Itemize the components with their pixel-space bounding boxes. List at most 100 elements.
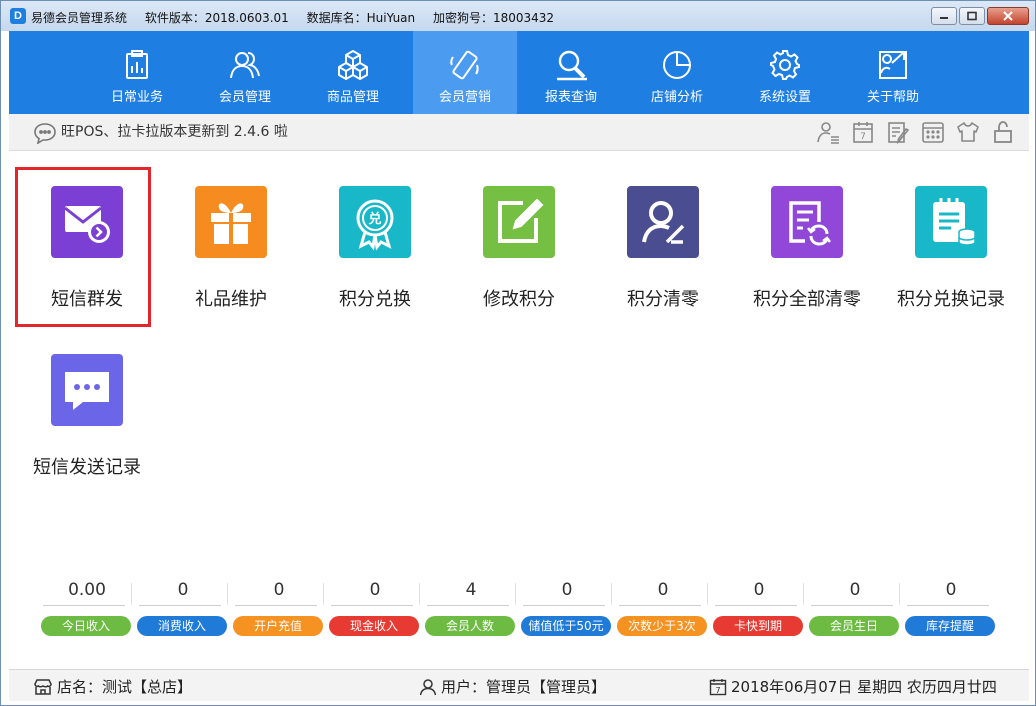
nav-member-management[interactable]: 会员管理 xyxy=(193,31,297,114)
tile-icon-bg xyxy=(915,186,987,258)
lock-icon xyxy=(994,121,1012,143)
stat-underline xyxy=(811,605,893,606)
nav-label: 系统设置 xyxy=(758,90,811,105)
tile-label: 积分全部清零 xyxy=(753,289,861,310)
gift-icon xyxy=(211,203,251,244)
gear-icon xyxy=(770,50,800,80)
nav-store-analysis[interactable]: 店铺分析 xyxy=(625,31,729,114)
nav-report-query[interactable]: 报表查询 xyxy=(519,31,623,114)
chat-bubble-icon xyxy=(65,372,109,410)
current-date: 2018年06月07日 星期四 农历四月廿四 xyxy=(731,678,997,696)
tile-points-clear-all[interactable]: 积分全部清零 xyxy=(735,151,879,310)
nav-label: 日常业务 xyxy=(110,90,163,105)
svg-text:兑: 兑 xyxy=(368,211,381,227)
notepad-edit-icon xyxy=(888,122,910,145)
nav-system-settings[interactable]: 系统设置 xyxy=(733,31,837,114)
tile-gift-maintenance[interactable]: 礼品维护 xyxy=(159,151,303,310)
status-bar: 店名：测试【总店】 用户：管理员【管理员】 7 2018年06月07日 星期四 … xyxy=(9,669,1029,701)
store-info: 店名：测试【总店】 xyxy=(33,676,192,697)
document-refresh-icon xyxy=(789,201,831,246)
notice-bar: 旺POS、拉卡拉版本更新到 2.4.6 啦 7 xyxy=(9,114,1029,151)
stat-separator xyxy=(323,583,324,605)
tile-sms-broadcast[interactable]: 短信群发 xyxy=(15,151,159,310)
nav-product-management[interactable]: 商品管理 xyxy=(301,31,405,114)
user-switch-button[interactable] xyxy=(816,120,840,144)
software-version: 软件版本：2018.0603.01 xyxy=(144,11,289,25)
shirt-icon xyxy=(957,122,979,142)
stat-separator xyxy=(611,583,612,605)
store-name: 店名：测试【总店】 xyxy=(57,678,193,696)
maximize-button[interactable] xyxy=(959,7,985,25)
exchange-badge-icon: 兑 xyxy=(356,199,394,251)
app-name: 易德会员管理系统 xyxy=(31,11,128,25)
store-icon xyxy=(34,678,52,695)
nav-label: 会员营销 xyxy=(438,90,491,105)
tile-label: 短信发送记录 xyxy=(33,457,141,478)
tile-points-exchange-records[interactable]: 积分兑换记录 xyxy=(879,151,1023,310)
stat-separator xyxy=(515,583,516,605)
sms-mail-icon xyxy=(64,206,110,243)
stat-value: 0 xyxy=(753,580,765,600)
stat-underline xyxy=(907,605,989,606)
window-title: 易德会员管理系统 软件版本：2018.0603.01 数据库名：HuiYuan … xyxy=(31,9,568,26)
stat-value: 0 xyxy=(561,580,573,600)
close-icon xyxy=(1003,11,1013,21)
minimize-icon xyxy=(940,17,948,19)
tile-edit-points[interactable]: 修改积分 xyxy=(447,151,591,310)
main-nav: 日常业务 会员管理 商品管理 会员营销 报表查询 店铺分析 系统设置 关于帮助 xyxy=(9,31,1029,114)
lock-button[interactable] xyxy=(991,120,1015,144)
shirt-button[interactable] xyxy=(956,120,980,144)
close-button[interactable] xyxy=(987,7,1029,25)
nav-label: 商品管理 xyxy=(326,90,379,105)
stat-value: 0 xyxy=(177,580,189,600)
chat-icon xyxy=(34,123,56,144)
title-bar: D 易德会员管理系统 软件版本：2018.0603.01 数据库名：HuiYua… xyxy=(1,1,1035,31)
minimize-button[interactable] xyxy=(931,7,957,25)
stat-underline xyxy=(235,605,317,606)
tile-label: 积分兑换记录 xyxy=(897,289,1005,310)
nav-label: 关于帮助 xyxy=(866,90,919,105)
stat-label: 今日收入 xyxy=(41,616,131,636)
user-switch-icon xyxy=(817,122,839,144)
tile-icon-bg xyxy=(51,186,123,258)
stat-label: 会员人数 xyxy=(425,616,515,636)
notice-text[interactable]: 旺POS、拉卡拉版本更新到 2.4.6 啦 xyxy=(61,121,288,141)
stat-underline xyxy=(331,605,413,606)
pie-chart-icon xyxy=(663,51,691,79)
dongle-number: 加密狗号：18003432 xyxy=(432,11,555,25)
current-user: 用户：管理员【管理员】 xyxy=(441,678,607,696)
stat-label: 储值低于50元 xyxy=(521,616,611,636)
stat-underline xyxy=(139,605,221,606)
calculator-button[interactable] xyxy=(921,120,945,144)
nav-label: 店铺分析 xyxy=(650,90,703,105)
edit-icon xyxy=(498,198,544,243)
notepad-button[interactable] xyxy=(886,120,910,145)
nav-about-help[interactable]: 关于帮助 xyxy=(841,31,945,114)
nav-member-marketing[interactable]: 会员营销 xyxy=(413,31,517,114)
tile-points-exchange[interactable]: 兑 积分兑换 xyxy=(303,151,447,310)
calendar-button[interactable]: 7 xyxy=(851,120,875,144)
notebook-db-icon xyxy=(933,198,976,246)
nav-daily-business[interactable]: 日常业务 xyxy=(85,31,189,114)
nav-label: 报表查询 xyxy=(544,90,597,105)
tile-icon-bg xyxy=(771,186,843,258)
tile-label: 短信群发 xyxy=(51,289,123,310)
stat-separator xyxy=(419,583,420,605)
tile-sms-send-records[interactable]: 短信发送记录 xyxy=(15,319,159,478)
tile-points-clear[interactable]: 积分清零 xyxy=(591,151,735,310)
tile-label: 礼品维护 xyxy=(195,289,267,310)
calendar-icon: 7 xyxy=(709,678,727,695)
stat-value: 4 xyxy=(465,580,477,600)
stat-separator xyxy=(707,583,708,605)
main-window: D 易德会员管理系统 软件版本：2018.0603.01 数据库名：HuiYua… xyxy=(0,0,1036,706)
stat-value: 0 xyxy=(945,580,957,600)
nav-label: 会员管理 xyxy=(218,90,271,105)
tile-label: 积分清零 xyxy=(627,289,699,310)
stat-label: 次数少于3次 xyxy=(617,616,707,636)
stat-value: 0 xyxy=(849,580,861,600)
stat-value: 0 xyxy=(369,580,381,600)
tile-icon-bg: 兑 xyxy=(339,186,411,258)
stat-label: 库存提醒 xyxy=(905,616,995,636)
stat-value: 0 xyxy=(657,580,669,600)
stat-underline xyxy=(43,605,125,606)
